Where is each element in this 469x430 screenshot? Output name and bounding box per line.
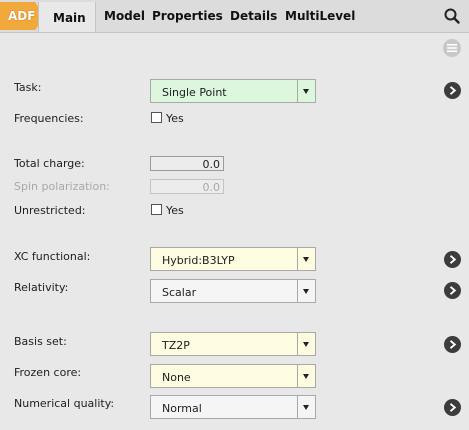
- spin-polarization-field: 0.0: [150, 179, 224, 194]
- chevron-right-icon: [449, 340, 457, 349]
- unrestricted-option-label[interactable]: Yes: [166, 204, 184, 217]
- search-icon: [444, 8, 460, 24]
- spin-polarization-value: 0.0: [202, 181, 221, 194]
- total-charge-field[interactable]: 0.0: [150, 156, 224, 171]
- basis-set-select[interactable]: TZ2P: [150, 332, 316, 356]
- chevron-down-icon: [303, 342, 309, 347]
- chevron-right-icon: [449, 86, 457, 95]
- unrestricted-label: Unrestricted:: [14, 204, 86, 217]
- relativity-label: Relativity:: [14, 281, 69, 294]
- frozen-core-label: Frozen core:: [14, 366, 82, 379]
- chevron-down-icon: [303, 89, 309, 94]
- tab-main-label[interactable]: Main: [53, 11, 86, 25]
- basis-set-details-button[interactable]: [444, 336, 461, 353]
- frozen-core-select[interactable]: None: [150, 364, 316, 388]
- xc-functional-details-button[interactable]: [444, 251, 461, 268]
- tab-multilevel[interactable]: MultiLevel: [285, 9, 355, 23]
- task-details-button[interactable]: [444, 82, 461, 99]
- relativity-details-button[interactable]: [444, 282, 461, 299]
- xc-functional-label: XC functional:: [14, 250, 91, 263]
- chevron-down-icon: [303, 289, 309, 294]
- relativity-select-dropdown[interactable]: [297, 280, 315, 302]
- chevron-right-icon: [449, 255, 457, 264]
- chevron-down-icon: [303, 405, 309, 410]
- tab-bar: ADF Main Model Properties Details MultiL…: [0, 0, 469, 33]
- frozen-core-select-value: None: [162, 371, 191, 384]
- panel-menu-button[interactable]: [443, 39, 461, 57]
- numerical-quality-select[interactable]: Normal: [150, 395, 316, 419]
- xc-functional-select[interactable]: Hybrid:B3LYP: [150, 247, 316, 271]
- relativity-select[interactable]: Scalar: [150, 279, 316, 303]
- basis-set-select-dropdown[interactable]: [297, 333, 315, 355]
- tab-properties[interactable]: Properties: [152, 9, 223, 23]
- relativity-select-value: Scalar: [162, 286, 197, 299]
- xc-functional-select-value: Hybrid:B3LYP: [162, 254, 235, 267]
- task-select[interactable]: Single Point: [150, 79, 316, 103]
- chevron-down-icon: [303, 374, 309, 379]
- task-select-dropdown[interactable]: [297, 80, 315, 102]
- spin-polarization-label: Spin polarization:: [14, 180, 110, 193]
- numerical-quality-select-dropdown[interactable]: [297, 396, 315, 418]
- total-charge-value: 0.0: [202, 158, 221, 171]
- frequencies-option-label[interactable]: Yes: [166, 112, 184, 125]
- numerical-quality-details-button[interactable]: [444, 399, 461, 416]
- task-select-value: Single Point: [162, 86, 227, 99]
- tab-details[interactable]: Details: [230, 9, 277, 23]
- task-label: Task:: [14, 81, 42, 94]
- chevron-right-icon: [449, 286, 457, 295]
- basis-set-select-value: TZ2P: [162, 339, 190, 352]
- chevron-right-icon: [449, 403, 457, 412]
- numerical-quality-select-value: Normal: [162, 402, 202, 415]
- frequencies-checkbox[interactable]: [151, 112, 162, 123]
- unrestricted-checkbox[interactable]: [151, 204, 162, 215]
- chevron-down-icon: [303, 257, 309, 262]
- menu-icon: [447, 44, 457, 52]
- frozen-core-select-dropdown[interactable]: [297, 365, 315, 387]
- total-charge-label: Total charge:: [14, 157, 85, 170]
- tab-model[interactable]: Model: [104, 9, 145, 23]
- tab-main[interactable]: Main: [38, 2, 96, 32]
- search-button[interactable]: [443, 7, 461, 25]
- basis-set-label: Basis set:: [14, 335, 67, 348]
- numerical-quality-label: Numerical quality:: [14, 397, 115, 410]
- tab-adf-label[interactable]: ADF: [8, 9, 35, 23]
- frequencies-label: Frequencies:: [14, 112, 84, 125]
- xc-functional-select-dropdown[interactable]: [297, 248, 315, 270]
